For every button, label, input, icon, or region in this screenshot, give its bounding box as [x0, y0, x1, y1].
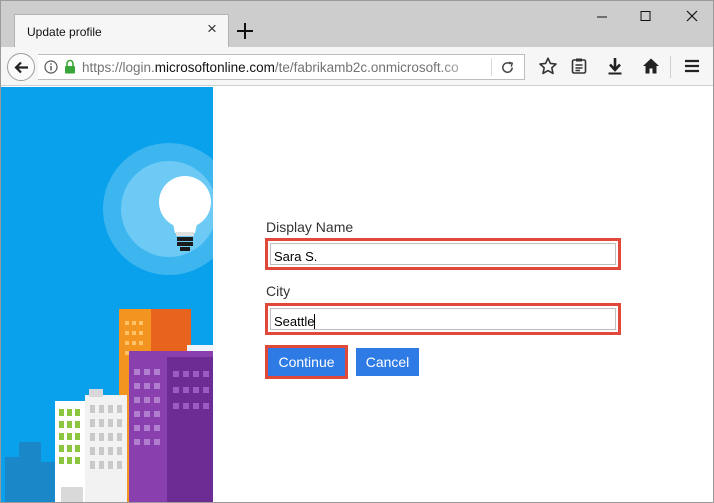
- back-arrow-icon: [14, 61, 28, 74]
- maximize-icon[interactable]: [631, 5, 661, 27]
- hamburger-menu-icon[interactable]: [682, 56, 702, 76]
- toolbar-separator: [670, 56, 671, 78]
- info-icon[interactable]: [44, 60, 58, 74]
- tab-update-profile[interactable]: Update profile ×: [14, 14, 229, 48]
- city-field[interactable]: Seattle: [265, 303, 621, 335]
- back-button[interactable]: [7, 53, 35, 81]
- url-text[interactable]: https://login.microsoftonline.com/te/fab…: [82, 60, 490, 75]
- city-label: City: [266, 283, 291, 299]
- display-name-field[interactable]: Sara S.: [265, 238, 621, 270]
- display-name-input[interactable]: Sara S.: [270, 243, 616, 265]
- url-path: /te/fabrikamb2c.onmicrosoft.co: [274, 60, 459, 75]
- new-tab-plus-icon[interactable]: [235, 21, 255, 41]
- url-prefix: https://login.: [82, 60, 155, 75]
- navigation-bar: https://login.microsoftonline.com/te/fab…: [1, 47, 713, 86]
- city-value: Seattle: [274, 314, 315, 329]
- display-name-value: Sara S.: [274, 249, 318, 264]
- window-close-icon[interactable]: [677, 5, 707, 27]
- bookmark-star-icon[interactable]: [538, 56, 558, 76]
- reload-icon[interactable]: [500, 60, 515, 75]
- city-input[interactable]: Seattle: [270, 308, 616, 330]
- reading-list-clipboard-icon[interactable]: [569, 56, 589, 76]
- display-name-label: Display Name: [266, 219, 354, 235]
- url-host: microsoftonline.com: [154, 60, 275, 75]
- download-icon[interactable]: [605, 56, 625, 76]
- city-lightbulb-illustration: [1, 87, 213, 502]
- page-content: Display Name Sara S. City Seattle Contin…: [1, 87, 713, 502]
- tab-close-icon[interactable]: ×: [204, 20, 220, 37]
- text-caret: [314, 314, 316, 329]
- cancel-button[interactable]: Cancel: [356, 348, 419, 376]
- browser-window: Update profile × https://login.microsoft…: [0, 0, 714, 503]
- lock-icon: [65, 59, 75, 74]
- tab-title: Update profile: [27, 25, 102, 39]
- continue-button[interactable]: Continue: [268, 348, 345, 376]
- city-value-wrap: Seattle: [274, 314, 316, 329]
- url-separator: [491, 58, 492, 76]
- url-fade: [438, 56, 490, 78]
- home-icon[interactable]: [641, 56, 661, 76]
- address-bar[interactable]: https://login.microsoftonline.com/te/fab…: [38, 54, 525, 80]
- tab-strip: Update profile ×: [1, 1, 713, 48]
- minimize-icon[interactable]: [587, 5, 617, 27]
